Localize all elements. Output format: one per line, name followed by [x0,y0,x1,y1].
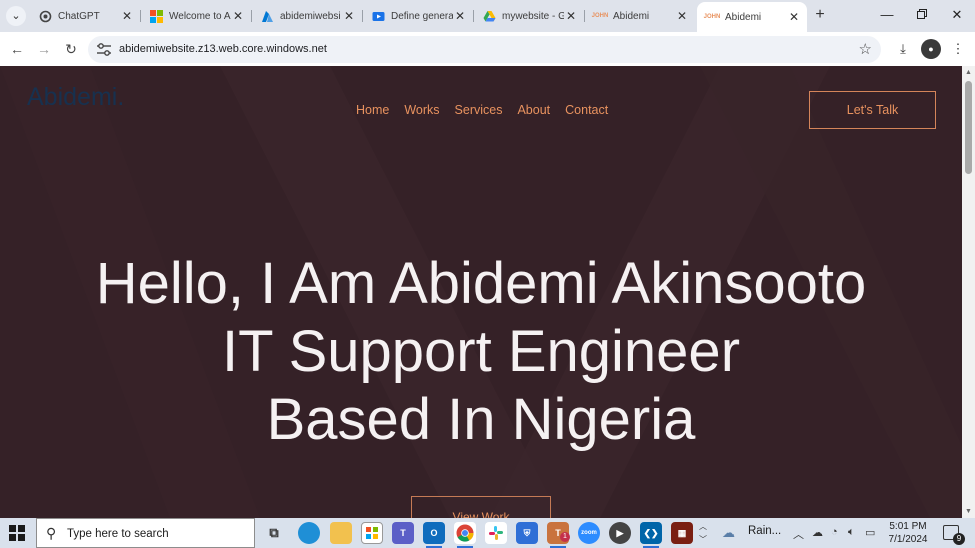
zoom-icon[interactable]: zoom [578,522,600,544]
site-logo-icon: JOHN [591,13,609,19]
battery-icon[interactable]: ▭ [865,526,875,539]
wifi-icon[interactable]: ◔ [831,526,838,538]
scrollbar-thumb[interactable] [965,81,972,174]
tab-title: Define genera [391,10,453,22]
download-icon[interactable]: ⤓ [893,39,913,59]
reload-button[interactable]: ↻ [60,38,82,60]
lets-talk-button[interactable]: Let's Talk [809,91,936,129]
scroll-up-arrow-icon[interactable]: ▲ [965,69,972,76]
microsoft-icon [149,9,163,23]
chrome-icon[interactable] [454,522,476,548]
close-window-button[interactable]: ✕ [940,4,974,26]
weather-text[interactable]: Rain... [748,525,781,537]
hero-line-3: Based In Nigeria [266,387,696,452]
windows-start-icon[interactable] [9,525,25,541]
clock-date: 7/1/2024 [888,534,928,545]
profile-avatar[interactable]: ● [921,39,941,59]
azure-icon [260,9,274,23]
main-nav: Home Works Services About Contact [356,103,623,117]
nav-contact[interactable]: Contact [565,103,608,117]
close-tab-icon[interactable]: ✕ [342,9,356,23]
close-tab-icon[interactable]: ✕ [120,9,134,23]
search-icon: ⚲ [46,525,57,541]
clock-time: 5:01 PM [889,521,927,532]
tab-title: ChatGPT [58,10,100,22]
tab-abidemi-active[interactable]: JOHN Abidemi ✕ [697,2,807,32]
tab-define[interactable]: Define genera ✕ [363,3,473,29]
google-drive-icon [482,9,496,23]
hero-line-2: IT Support Engineer [221,319,741,384]
winrar-icon[interactable]: ▦ [671,522,693,544]
menu-kebab-icon[interactable]: ⋮ [948,39,968,59]
tab-title: Welcome to A [169,10,231,22]
chatgpt-icon [38,9,52,23]
tab-search-button[interactable]: ⌄ [6,6,26,26]
tab-title: Abidemi [725,11,762,23]
edge-icon[interactable] [298,522,320,544]
new-tab-button[interactable]: + [811,5,829,25]
close-tab-icon[interactable]: ✕ [675,9,689,23]
outlook-icon[interactable]: O [423,522,445,548]
defender-shield-icon[interactable]: ⛨ [516,522,538,544]
view-work-button[interactable]: View Work [411,496,551,518]
minimize-button[interactable]: — [870,4,904,26]
media-player-icon[interactable]: ▶ [609,522,631,544]
close-tab-icon[interactable]: ✕ [564,9,578,23]
bookmark-star-icon[interactable]: ☆ [859,40,872,58]
tab-azure[interactable]: abidemiwebsi ✕ [252,3,362,29]
close-tab-icon[interactable]: ✕ [231,9,245,23]
site-info-icon[interactable] [96,42,112,57]
search-placeholder: Type here to search [67,528,169,540]
forward-button[interactable]: → [33,38,55,60]
taskbar-search-box[interactable]: ⚲ Type here to search [36,518,255,548]
video-icon [371,9,385,23]
slack-icon[interactable] [485,522,507,544]
notification-count: 9 [953,533,965,545]
close-tab-icon[interactable]: ✕ [787,10,801,24]
url-text: abidemiwebsite.z13.web.core.windows.net [119,43,327,55]
restore-button[interactable] [905,4,939,26]
tab-microsoft[interactable]: Welcome to A ✕ [141,3,251,29]
address-bar[interactable]: abidemiwebsite.z13.web.core.windows.net … [88,36,881,63]
weather-rain-icon: ☁ [722,525,735,540]
tab-title: abidemiwebsi [280,10,341,22]
teams-icon[interactable]: T [392,522,414,544]
page-scrollbar[interactable]: ▲ ▼ [962,66,975,518]
scroll-down-arrow-icon[interactable]: ▼ [965,508,972,515]
back-button[interactable]: ← [6,38,28,60]
site-logo[interactable]: Abidemi. [27,83,124,112]
hero-heading: Hello, I Am Abidemi Akinsooto IT Support… [0,250,962,454]
tray-chevron-icon[interactable]: ︿ [793,526,804,542]
browser-toolbar: ← → ↻ abidemiwebsite.z13.web.core.window… [0,32,975,66]
site-logo-icon: JOHN [703,14,721,20]
nav-services[interactable]: Services [455,103,503,117]
system-clock[interactable]: 5:01 PM 7/1/2024 [878,520,938,546]
tab-abidemi[interactable]: JOHN Abidemi ✕ [585,3,695,29]
cloud-sync-icon[interactable]: ☁ [812,526,823,539]
nav-works[interactable]: Works [404,103,439,117]
store-icon[interactable] [361,522,383,544]
hero-line-1: Hello, I Am Abidemi Akinsooto [95,251,867,316]
nav-home[interactable]: Home [356,103,389,117]
file-explorer-icon[interactable] [330,522,352,544]
taskbar-scroll-arrows-icon[interactable]: ︿ ﹀ [699,520,707,546]
tab-title: mywebsite - G [502,10,564,22]
tab-google-drive[interactable]: mywebsite - G ✕ [474,3,584,29]
close-tab-icon[interactable]: ✕ [453,9,467,23]
task-view-icon[interactable]: ⧉ [263,522,285,544]
volume-icon[interactable]: 🔈︎ [848,526,855,539]
nav-about[interactable]: About [517,103,550,117]
teams-badge: 1 [560,532,570,542]
vscode-icon[interactable]: ❮❯ [640,522,662,548]
tab-title: Abidemi [613,10,650,22]
restore-icon [917,9,927,19]
web-page: Abidemi. Home Works Services About Conta… [0,66,962,518]
windows-taskbar: ⚲ Type here to search ⧉ T O ⛨ T 1 zoom ▶… [0,518,975,548]
tab-strip: ⌄ ChatGPT ✕ Welcome to A ✕ abidemiwebsi … [0,0,975,32]
tab-chatgpt[interactable]: ChatGPT ✕ [30,3,140,29]
